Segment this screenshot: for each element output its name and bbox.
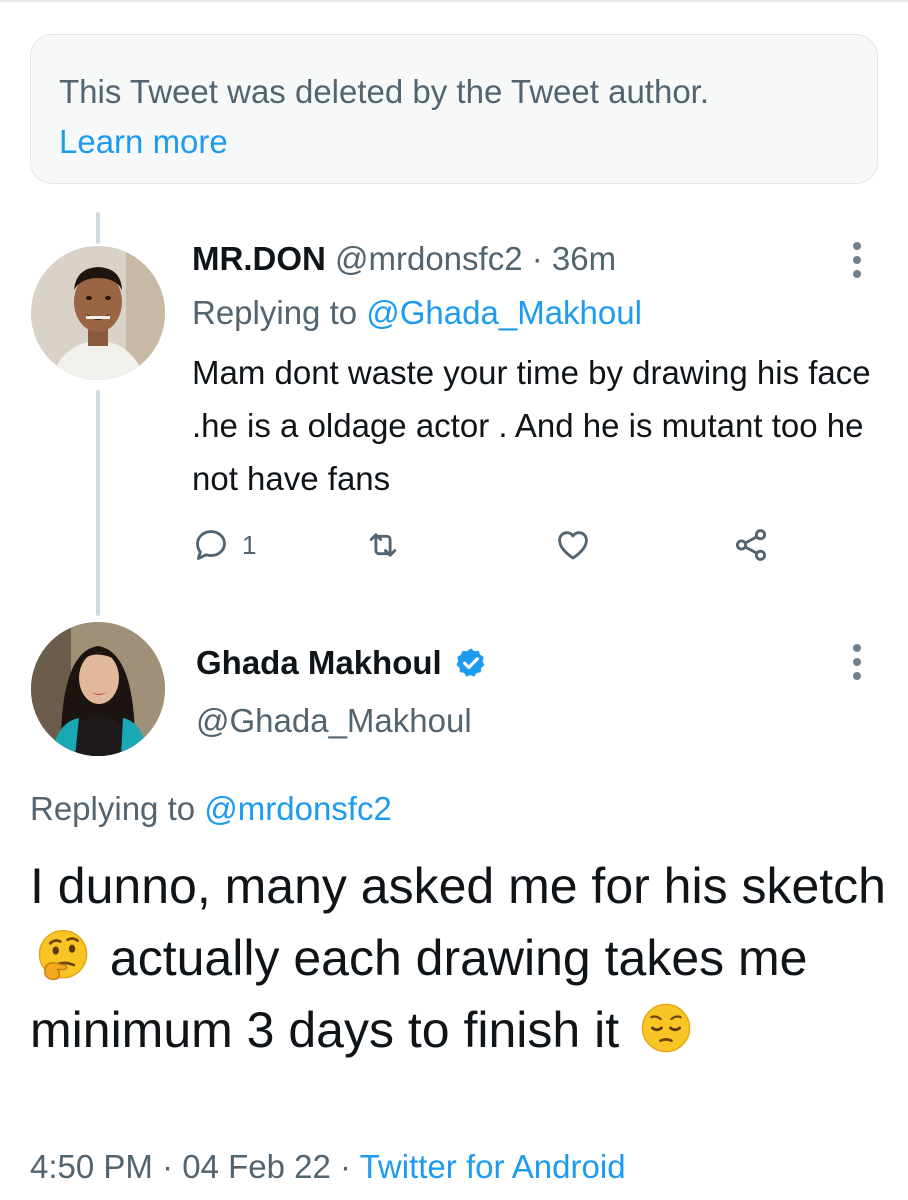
share-button[interactable] — [732, 520, 770, 570]
avatar[interactable] — [31, 246, 165, 380]
more-dot — [853, 242, 861, 250]
more-dot — [853, 658, 861, 666]
more-dot — [853, 672, 861, 680]
avatar[interactable] — [31, 622, 165, 756]
reply-action-bar: 1 — [192, 520, 792, 570]
like-button[interactable] — [554, 520, 592, 570]
heart-icon — [558, 531, 588, 560]
reply-author-handle[interactable]: @mrdonsfc2 — [335, 240, 523, 277]
replying-prefix: Replying to — [30, 790, 205, 827]
main-replying-to: Replying to @mrdonsfc2 — [30, 786, 392, 832]
avatar-photo-ghada — [31, 622, 165, 756]
deleted-tweet-notice: This Tweet was deleted by the Tweet auth… — [30, 34, 878, 184]
more-dot — [853, 644, 861, 652]
tweet-text-part1: I dunno, many asked me for his sketch — [30, 858, 886, 914]
thread-connector-bottom — [96, 390, 100, 616]
verified-badge-icon — [456, 648, 485, 677]
thread-connector-top — [96, 212, 100, 244]
deleted-notice-text: This Tweet was deleted by the Tweet auth… — [59, 73, 710, 110]
retweet-icon — [369, 533, 397, 557]
replying-to-link[interactable]: @mrdonsfc2 — [204, 790, 392, 827]
reply-author-name[interactable]: MR.DON — [192, 240, 326, 277]
replying-prefix: Replying to — [192, 294, 367, 331]
more-options-button[interactable] — [842, 238, 872, 282]
more-dot — [853, 270, 861, 278]
reply-count: 1 — [242, 529, 257, 560]
meta-separator: · — [330, 1148, 360, 1185]
reply-handle-text: @mrdonsfc2 — [335, 240, 523, 277]
thinking-face-icon — [38, 929, 88, 981]
tweet-date[interactable]: 04 Feb 22 — [182, 1148, 331, 1185]
more-options-button[interactable] — [842, 640, 872, 684]
avatar-photo-mrdon — [31, 246, 165, 380]
reply-button[interactable]: 1 — [192, 520, 256, 570]
replying-to-link[interactable]: @Ghada_Makhoul — [366, 294, 642, 331]
tweet-source-link[interactable]: Twitter for Android — [360, 1148, 626, 1185]
tweet-metadata: 4:50 PM · 04 Feb 22 · Twitter for Androi… — [30, 1144, 626, 1190]
retweet-button[interactable] — [364, 520, 402, 570]
more-dot — [853, 256, 861, 264]
reply-separator: · — [522, 240, 552, 277]
comment-icon — [196, 530, 226, 560]
top-divider — [0, 0, 908, 2]
author-name-row: Ghada Makhoul — [196, 640, 488, 686]
reply-header: MR.DON @mrdonsfc2 · 36m — [192, 236, 616, 282]
meta-separator: · — [152, 1148, 183, 1185]
share-icon — [735, 529, 767, 561]
author-handle[interactable]: @Ghada_Makhoul — [196, 698, 472, 744]
reply-time[interactable]: 36m — [552, 240, 616, 277]
reply-replying-to: Replying to @Ghada_Makhoul — [192, 290, 642, 336]
tweet-time[interactable]: 4:50 PM — [30, 1148, 153, 1185]
author-display-name[interactable]: Ghada Makhoul — [196, 640, 442, 686]
pensive-face-icon — [641, 1003, 691, 1053]
learn-more-link[interactable]: Learn more — [59, 117, 228, 167]
tweet-text: I dunno, many asked me for his sketch ac… — [30, 850, 890, 1066]
reply-text: Mam dont waste your time by drawing his … — [192, 354, 871, 497]
